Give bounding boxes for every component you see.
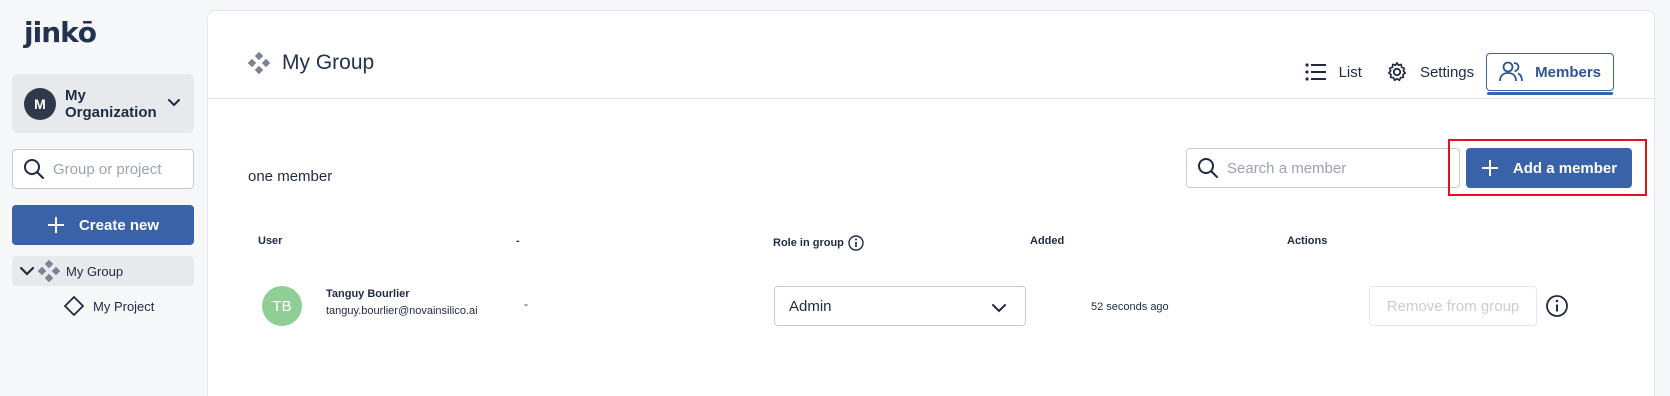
sidebar-search[interactable]	[12, 149, 194, 189]
org-avatar: M	[24, 87, 56, 120]
added-time: 52 seconds ago	[1091, 301, 1169, 313]
column-header-added: Added	[1030, 235, 1065, 247]
role-select[interactable]: Admin	[774, 286, 1026, 326]
org-name: My Organization	[65, 86, 157, 121]
view-tabs: List Settings Members	[1293, 50, 1614, 95]
list-icon	[1304, 63, 1326, 81]
role-select-value: Admin	[789, 297, 832, 315]
tab-members-label: Members	[1535, 63, 1601, 81]
search-icon	[1198, 158, 1218, 178]
cell-dash: -	[524, 297, 528, 311]
project-icon	[64, 296, 84, 316]
create-new-button[interactable]: Create new	[12, 205, 194, 245]
tree-group-label: My Group	[66, 263, 124, 279]
remove-from-group-button[interactable]: Remove from group	[1369, 286, 1537, 326]
highlight-box	[1448, 139, 1647, 196]
sidebar: jinkō M My Organization Create new	[0, 0, 206, 396]
column-header-role-label: Role in group	[773, 237, 844, 249]
tree-item-my-project[interactable]: My Project	[64, 294, 154, 318]
column-header-actions: Actions	[1287, 235, 1328, 247]
info-icon[interactable]	[848, 235, 864, 251]
avatar: TB	[262, 286, 302, 326]
group-icon	[38, 260, 60, 282]
group-icon	[248, 52, 270, 74]
tab-settings[interactable]: Settings	[1374, 52, 1486, 92]
chevron-down-icon[interactable]	[20, 264, 34, 278]
app-logo[interactable]: jinkō	[24, 16, 97, 49]
main-panel: My Group List Settings Members one membe…	[207, 10, 1655, 396]
column-header-role: Role in group	[773, 235, 864, 251]
info-icon[interactable]	[1545, 294, 1569, 318]
tab-members[interactable]: Members	[1486, 53, 1614, 95]
chevron-down-icon	[992, 304, 1006, 313]
user-email: tanguy.bourlier@novainsilico.ai	[326, 305, 478, 317]
member-search[interactable]	[1186, 148, 1460, 188]
organization-switcher[interactable]: M My Organization	[12, 74, 194, 133]
sidebar-search-input[interactable]	[53, 160, 183, 178]
search-icon	[24, 159, 44, 179]
column-header-user: User	[258, 235, 283, 247]
member-count: one member	[248, 168, 333, 185]
tab-list-label: List	[1338, 63, 1362, 81]
create-new-label: Create new	[78, 216, 160, 234]
plus-icon	[47, 217, 64, 233]
tree-item-my-group[interactable]: My Group	[12, 256, 194, 286]
member-search-input[interactable]	[1227, 159, 1427, 177]
gear-icon	[1387, 62, 1407, 82]
tab-settings-label: Settings	[1419, 63, 1475, 81]
chevron-down-icon	[168, 99, 180, 107]
column-header-dash: -	[516, 235, 520, 247]
tree-project-label: My Project	[93, 298, 155, 314]
page-title-text: My Group	[282, 51, 375, 74]
user-name: Tanguy Bourlier	[326, 288, 410, 300]
header-divider	[208, 98, 1654, 99]
users-icon	[1499, 61, 1524, 82]
tab-list[interactable]: List	[1293, 52, 1374, 92]
page-title: My Group	[248, 51, 374, 75]
